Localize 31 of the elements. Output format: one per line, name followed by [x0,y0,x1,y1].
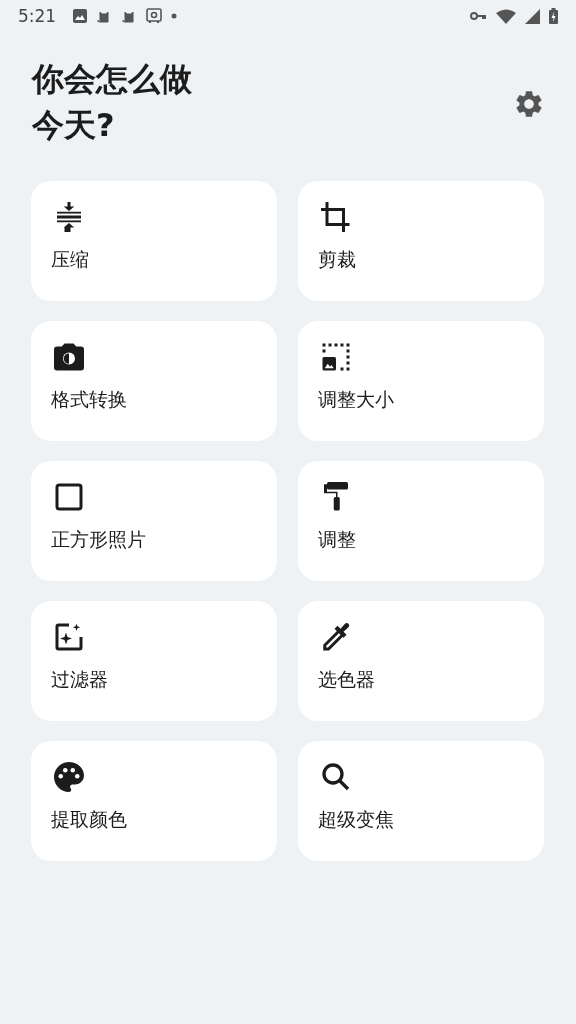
tool-label: 正方形照片 [51,527,147,551]
tool-card[interactable]: 选色器 [298,601,544,721]
dot-icon [171,13,178,19]
tool-card[interactable]: 格式转换 [31,321,277,441]
title-line: 你会怎么做 [32,59,192,100]
key-icon [470,11,487,21]
tool-label: 格式转换 [51,387,128,411]
tool-label: 提取颜色 [51,807,128,831]
tool-card[interactable]: 剪裁 [298,181,544,301]
tool-card[interactable]: 提取颜色 [31,741,277,861]
safe-icon [146,8,163,24]
tool-card[interactable]: 压缩 [31,181,277,301]
status-time: 5:21 [18,6,57,26]
tool-label: 超级变焦 [318,807,395,831]
palette-icon [51,759,87,795]
title-line: 今天? [32,105,116,146]
tool-label: 压缩 [51,247,90,271]
battery-icon [549,8,558,24]
tool-card[interactable]: 调整大小 [298,321,544,441]
tool-card[interactable]: 超级变焦 [298,741,544,861]
tool-label: 调整大小 [318,387,395,411]
tool-label: 过滤器 [51,667,109,691]
tool-card[interactable]: 正方形照片 [31,461,277,581]
image-icon [73,9,88,23]
signal-icon [525,8,540,24]
wifi-icon [496,8,516,24]
tool-card[interactable]: 调整 [298,461,544,581]
tool-label: 选色器 [318,667,376,691]
tool-label: 剪裁 [318,247,357,271]
tool-label: 调整 [318,527,357,551]
tool-card[interactable]: 过滤器 [31,601,277,721]
